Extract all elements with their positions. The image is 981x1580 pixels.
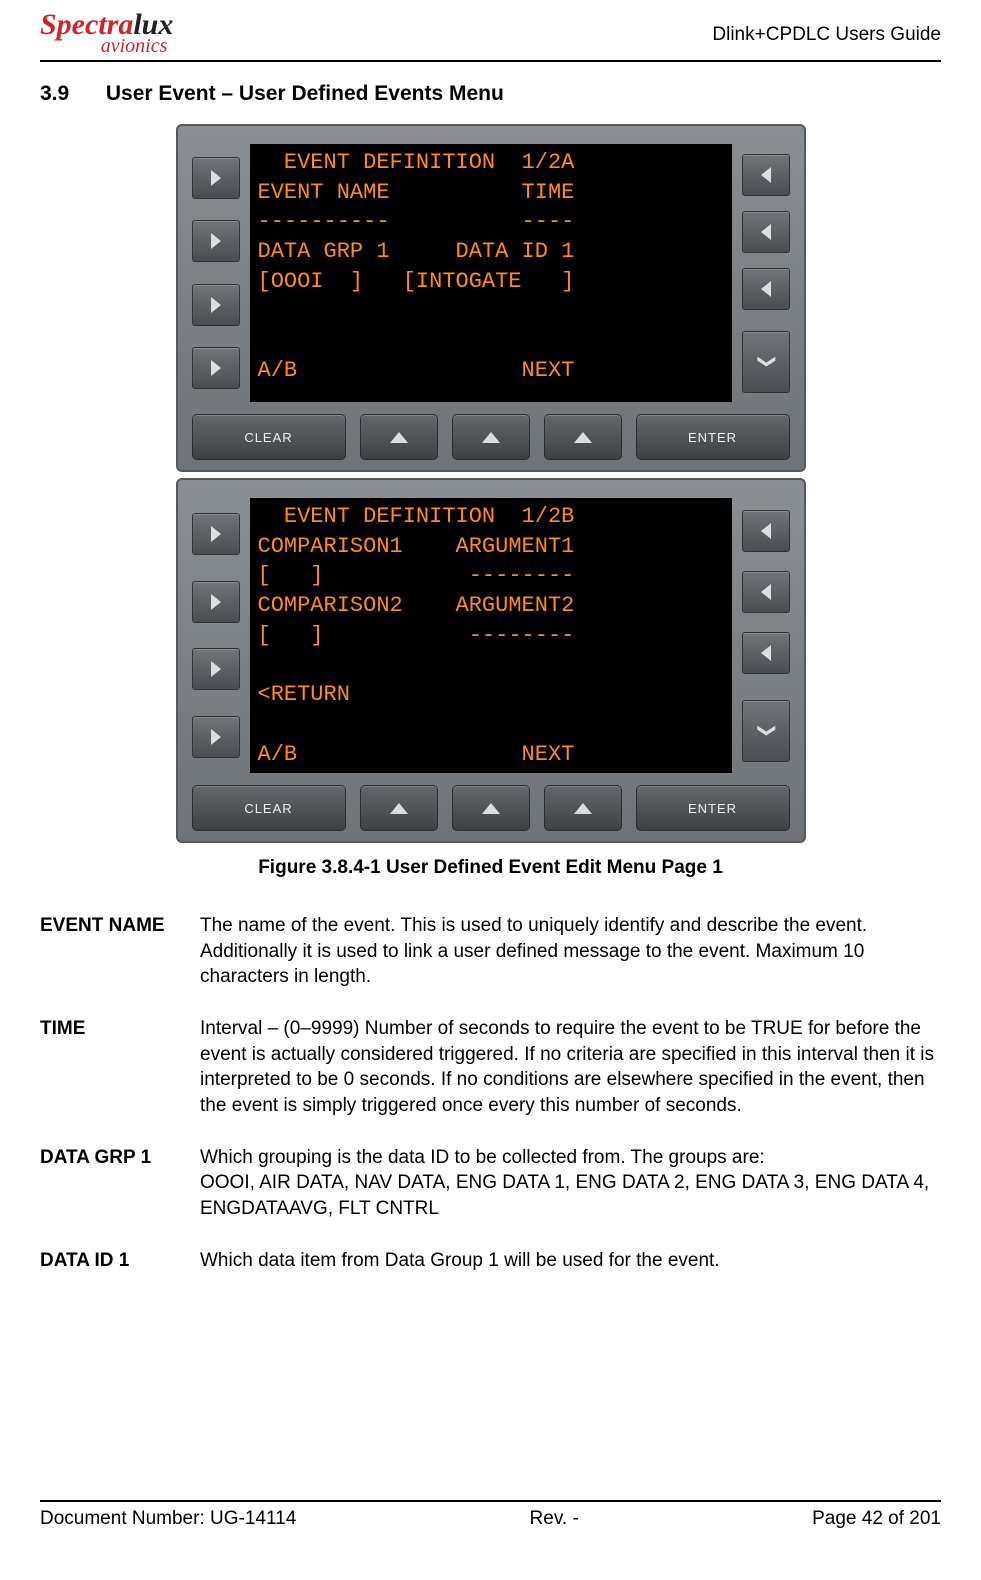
triangle-left-icon — [761, 645, 771, 661]
cdu-screen-1: EVENT DEFINITION 1/2A EVENT NAME TIME --… — [250, 144, 732, 402]
lsk-r2[interactable] — [742, 571, 790, 613]
screen-line: [ ] -------- — [258, 563, 575, 588]
right-lsk-column — [742, 498, 790, 773]
left-lsk-column — [192, 144, 240, 402]
page-footer: Document Number: UG-14114 Rev. - Page 42… — [40, 1500, 941, 1530]
triangle-left-icon — [761, 584, 771, 600]
section-heading: 3.9 User Event – User Defined Events Men… — [40, 82, 941, 106]
screen-line: COMPARISON2 ARGUMENT2 — [258, 593, 575, 618]
triangle-left-icon — [761, 523, 771, 539]
cdu-screen-2: EVENT DEFINITION 1/2B COMPARISON1 ARGUME… — [250, 498, 732, 773]
screen-line: EVENT DEFINITION 1/2B — [258, 504, 575, 529]
left-lsk-column — [192, 498, 240, 773]
definition-row: DATA GRP 1 Which grouping is the data ID… — [40, 1145, 941, 1222]
up-button-2[interactable] — [452, 414, 530, 460]
page-down-button[interactable] — [742, 700, 790, 762]
clear-button[interactable]: CLEAR — [192, 785, 346, 831]
clear-button[interactable]: CLEAR — [192, 414, 346, 460]
screen-line: COMPARISON1 ARGUMENT1 — [258, 534, 575, 559]
enter-button[interactable]: ENTER — [636, 414, 790, 460]
def-label: EVENT NAME — [40, 913, 200, 990]
triangle-up-icon — [482, 432, 500, 443]
triangle-up-icon — [574, 432, 592, 443]
logo: Spectralux avionics — [40, 10, 173, 56]
screen-line: <RETURN — [258, 682, 350, 707]
triangle-left-icon — [761, 281, 771, 297]
screen-line: A/B NEXT — [258, 358, 575, 383]
button-label: ENTER — [688, 430, 737, 445]
chevron-down-icon — [758, 351, 773, 372]
triangle-left-icon — [761, 167, 771, 183]
screen-line: ---------- ---- — [258, 209, 575, 234]
doc-number: Document Number: UG-14114 — [40, 1508, 296, 1530]
cdu-device-2: EVENT DEFINITION 1/2B COMPARISON1 ARGUME… — [176, 478, 806, 843]
section-number: 3.9 — [40, 82, 100, 106]
triangle-up-icon — [390, 432, 408, 443]
triangle-right-icon — [211, 526, 221, 542]
screen-line: [OOOI ] [INTOGATE ] — [258, 269, 575, 294]
page-number: Page 42 of 201 — [812, 1508, 941, 1530]
lsk-l4[interactable] — [192, 716, 240, 758]
definition-row: DATA ID 1 Which data item from Data Grou… — [40, 1248, 941, 1274]
def-label: DATA GRP 1 — [40, 1145, 200, 1222]
def-text: Which grouping is the data ID to be coll… — [200, 1145, 941, 1222]
lsk-l3[interactable] — [192, 284, 240, 326]
def-label: DATA ID 1 — [40, 1248, 200, 1274]
def-text: Which data item from Data Group 1 will b… — [200, 1248, 941, 1274]
lsk-r1[interactable] — [742, 154, 790, 196]
chevron-down-icon — [758, 720, 773, 741]
triangle-left-icon — [761, 224, 771, 240]
def-text: Interval – (0–9999) Number of seconds to… — [200, 1016, 941, 1119]
definition-row: TIME Interval – (0–9999) Number of secon… — [40, 1016, 941, 1119]
screen-line: EVENT NAME TIME — [258, 180, 575, 205]
lsk-l1[interactable] — [192, 157, 240, 199]
lsk-l2[interactable] — [192, 220, 240, 262]
lsk-r3[interactable] — [742, 632, 790, 674]
lsk-r3[interactable] — [742, 268, 790, 310]
triangle-right-icon — [211, 661, 221, 677]
triangle-right-icon — [211, 729, 221, 745]
def-text: The name of the event. This is used to u… — [200, 913, 941, 990]
up-button-3[interactable] — [544, 785, 622, 831]
triangle-right-icon — [211, 594, 221, 610]
up-button-1[interactable] — [360, 414, 438, 460]
definitions-block: EVENT NAME The name of the event. This i… — [40, 913, 941, 1273]
up-button-3[interactable] — [544, 414, 622, 460]
right-lsk-column — [742, 144, 790, 402]
guide-title: Dlink+CPDLC Users Guide — [712, 10, 941, 46]
def-label: TIME — [40, 1016, 200, 1119]
triangle-up-icon — [482, 803, 500, 814]
page-header: Spectralux avionics Dlink+CPDLC Users Gu… — [40, 10, 941, 62]
lsk-l3[interactable] — [192, 648, 240, 690]
lsk-r1[interactable] — [742, 510, 790, 552]
enter-button[interactable]: ENTER — [636, 785, 790, 831]
cdu-device-1: EVENT DEFINITION 1/2A EVENT NAME TIME --… — [176, 124, 806, 472]
lsk-r2[interactable] — [742, 211, 790, 253]
page-down-button[interactable] — [742, 331, 790, 393]
screen-line: A/B NEXT — [258, 742, 575, 767]
lsk-l2[interactable] — [192, 581, 240, 623]
triangle-right-icon — [211, 360, 221, 376]
button-label: ENTER — [688, 801, 737, 816]
triangle-right-icon — [211, 170, 221, 186]
triangle-right-icon — [211, 297, 221, 313]
up-button-1[interactable] — [360, 785, 438, 831]
button-label: CLEAR — [244, 801, 292, 816]
figure-caption: Figure 3.8.4-1 User Defined Event Edit M… — [40, 857, 941, 879]
screen-line: [ ] -------- — [258, 623, 575, 648]
revision: Rev. - — [530, 1508, 579, 1530]
screen-line: EVENT DEFINITION 1/2A — [258, 150, 575, 175]
lsk-l4[interactable] — [192, 347, 240, 389]
triangle-right-icon — [211, 233, 221, 249]
lsk-l1[interactable] — [192, 513, 240, 555]
section-title: User Event – User Defined Events Menu — [106, 82, 504, 105]
definition-row: EVENT NAME The name of the event. This i… — [40, 913, 941, 990]
screen-line: DATA GRP 1 DATA ID 1 — [258, 239, 575, 264]
triangle-up-icon — [390, 803, 408, 814]
triangle-up-icon — [574, 803, 592, 814]
button-label: CLEAR — [244, 430, 292, 445]
up-button-2[interactable] — [452, 785, 530, 831]
